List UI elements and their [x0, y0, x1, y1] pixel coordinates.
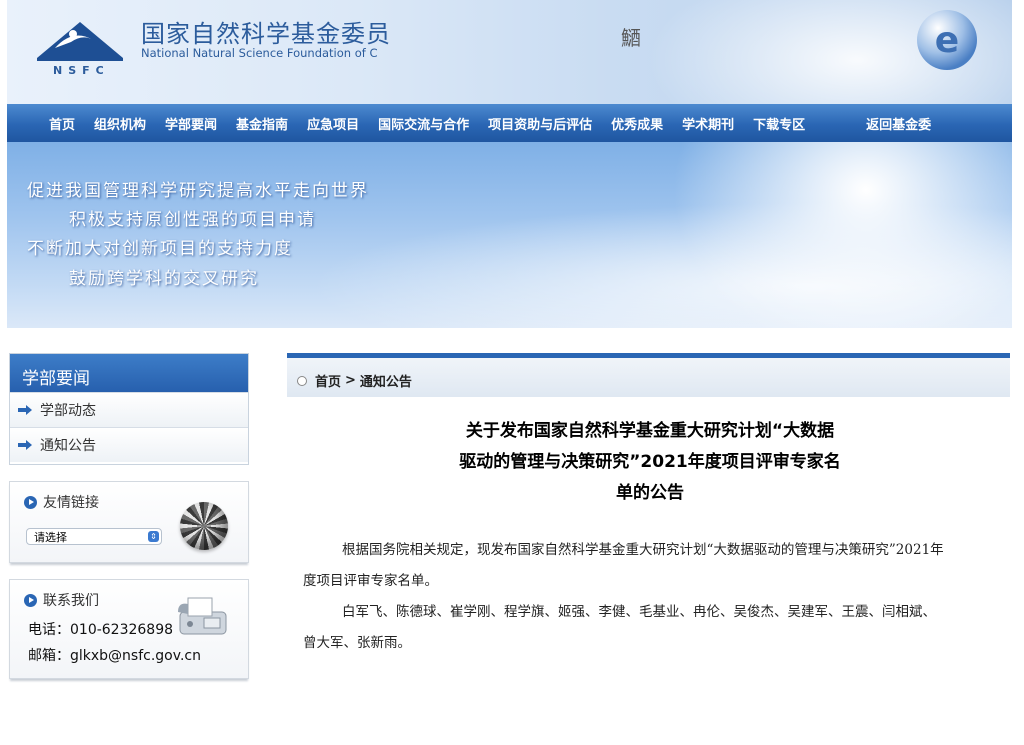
- breadcrumb-current[interactable]: 通知公告: [360, 371, 412, 390]
- banner-slogan-4: 鼓励跨学科的交叉研究: [69, 269, 259, 289]
- sidebar-item-label: 学部动态: [40, 403, 96, 419]
- main-nav: 首页 组织机构 学部要闻 基金指南 应急项目 国际交流与合作 项目资助与后评估 …: [7, 104, 1012, 142]
- svg-text:e: e: [935, 20, 959, 61]
- fax-machine-icon: [178, 597, 227, 635]
- article-paragraph-1: 根据国务院相关规定，现发布国家自然科学基金重大研究计划“大数据驱动的管理与决策研…: [303, 542, 944, 589]
- select-arrows-icon: ⇕: [148, 531, 159, 542]
- nav-item-emergency-projects[interactable]: 应急项目: [307, 114, 359, 133]
- logo-abbreviation: NSFC: [53, 64, 110, 77]
- nav-item-return-nsfc[interactable]: 返回基金委: [866, 114, 931, 133]
- contact-phone: 电话：010-62326898: [28, 622, 174, 638]
- breadcrumb-bar: 首页 > 通知公告: [287, 353, 1010, 397]
- nav-item-downloads[interactable]: 下载专区: [753, 114, 805, 133]
- contact-box: 联系我们 电话：010-62326898 邮箱：glkxb@nsfc.gov.c…: [9, 579, 249, 679]
- nav-item-organization[interactable]: 组织机构: [94, 114, 146, 133]
- article-paragraph-2: 白军飞、陈德球、崔学刚、程学旗、姬强、李健、毛基业、冉伦、吴俊杰、吴建军、王震、…: [303, 604, 936, 651]
- circle-bullet-icon: [297, 375, 307, 386]
- friendly-links-title: 友情链接: [24, 492, 99, 512]
- e-globe-icon: e: [917, 10, 977, 70]
- nav-item-fund-guide[interactable]: 基金指南: [236, 114, 288, 133]
- nsfc-logo-icon[interactable]: [33, 18, 127, 64]
- site-subtitle: National Natural Science Foundation of C: [141, 46, 378, 60]
- nav-item-department-news[interactable]: 学部要闻: [165, 114, 217, 133]
- header-glyph: 鿐: [621, 26, 641, 50]
- page: 国家自然科学基金委员 National Natural Science Foun…: [0, 0, 1024, 745]
- banner-slogan-3: 不断加大对创新项目的支持力度: [27, 239, 293, 259]
- sidebar-item-label: 通知公告: [40, 438, 96, 454]
- contact-title: 联系我们: [24, 590, 99, 610]
- breadcrumb: 首页 > 通知公告: [297, 371, 412, 390]
- globe-mosaic-icon: [180, 502, 228, 550]
- friendly-links-select[interactable]: 请选择 ⇕: [26, 528, 162, 545]
- sidebar-item-notices[interactable]: 通知公告: [10, 427, 248, 462]
- circle-arrow-icon: [24, 593, 37, 607]
- sidebar-section-title: 学部要闻: [10, 354, 248, 392]
- site-title: 国家自然科学基金委员: [141, 20, 391, 48]
- banner-slogan-1: 促进我国管理科学研究提高水平走向世界: [27, 181, 369, 201]
- friendly-links-box: 友情链接 请选择 ⇕: [9, 481, 249, 563]
- banner: 促进我国管理科学研究提高水平走向世界 积极支持原创性强的项目申请 不断加大对创新…: [7, 142, 1012, 328]
- nav-item-funding-evaluation[interactable]: 项目资助与后评估: [488, 114, 592, 133]
- nav-item-home[interactable]: 首页: [49, 114, 75, 133]
- banner-slogan-2: 积极支持原创性强的项目申请: [69, 210, 316, 230]
- nav-item-international[interactable]: 国际交流与合作: [378, 114, 469, 133]
- sidebar-item-department-updates[interactable]: 学部动态: [10, 392, 248, 427]
- site-header: 国家自然科学基金委员 National Natural Science Foun…: [7, 0, 1012, 104]
- nav-item-achievements[interactable]: 优秀成果: [611, 114, 663, 133]
- breadcrumb-home[interactable]: 首页: [315, 371, 341, 390]
- article-title: 关于发布国家自然科学基金重大研究计划“大数据 驱动的管理与决策研究”2021年度…: [459, 421, 841, 503]
- breadcrumb-separator: >: [345, 373, 356, 388]
- circle-arrow-icon: [24, 495, 37, 509]
- contact-email: 邮箱：glkxb@nsfc.gov.cn: [28, 648, 201, 664]
- sidebar-section: 学部要闻 学部动态 通知公告: [9, 353, 249, 465]
- nav-item-journals[interactable]: 学术期刊: [682, 114, 734, 133]
